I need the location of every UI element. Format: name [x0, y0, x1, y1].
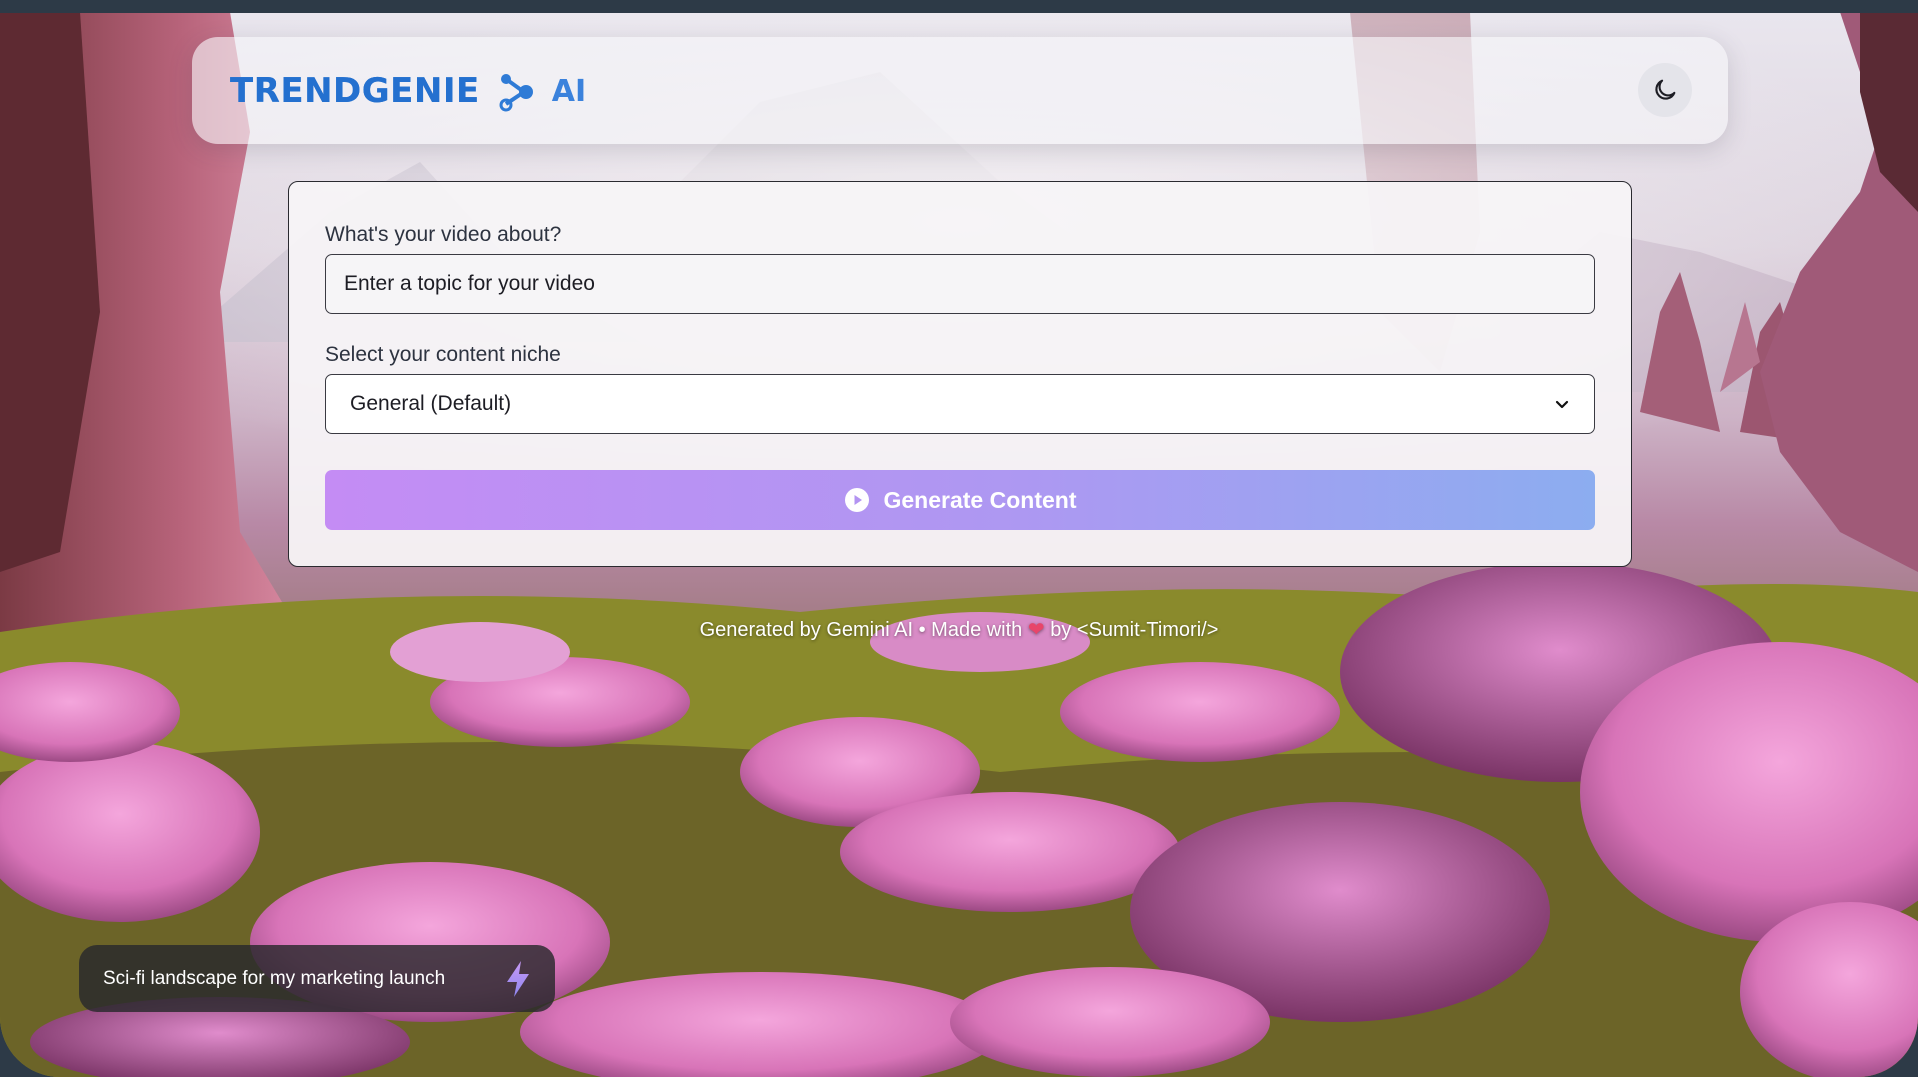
- play-circle-icon: [844, 488, 869, 512]
- window-top-strip: [0, 0, 1918, 13]
- content-form-card: What's your video about? Select your con…: [288, 181, 1632, 567]
- niche-select[interactable]: General (Default): [325, 374, 1595, 434]
- prompt-chip-text: Sci-fi landscape for my marketing launch: [103, 967, 446, 989]
- niche-label: Select your content niche: [325, 343, 561, 366]
- footer-credits: Generated by Gemini AI • Made with ❤ by …: [0, 617, 1918, 642]
- generate-content-button[interactable]: Generate Content: [325, 470, 1595, 530]
- topic-input[interactable]: [325, 254, 1595, 314]
- brand-suffix: AI: [551, 73, 587, 109]
- prompt-suggestion-chip[interactable]: Sci-fi landscape for my marketing launch: [79, 945, 555, 1012]
- theme-toggle-button[interactable]: [1638, 63, 1692, 117]
- network-nodes-icon: [499, 74, 533, 112]
- moon-icon: [1655, 79, 1676, 100]
- niche-selected-value: General (Default): [350, 392, 512, 415]
- generate-button-label: Generate Content: [883, 486, 1077, 513]
- top-navbar: TRENDGENIE AI: [192, 37, 1728, 144]
- lightning-icon: [507, 960, 529, 997]
- topic-label: What's your video about?: [325, 223, 562, 246]
- chevron-down-icon: [1555, 400, 1569, 409]
- brand-logo[interactable]: TRENDGENIE AI: [230, 67, 586, 115]
- brand-name: TRENDGENIE: [230, 71, 480, 111]
- footer-text-part1: Generated by Gemini AI • Made with: [699, 619, 1023, 641]
- app-window: TRENDGENIE AI What's your video about? S…: [0, 0, 1918, 1077]
- footer-text-part2: by <Sumit-Timori/>: [1050, 619, 1219, 641]
- heart-icon: ❤: [1027, 619, 1045, 641]
